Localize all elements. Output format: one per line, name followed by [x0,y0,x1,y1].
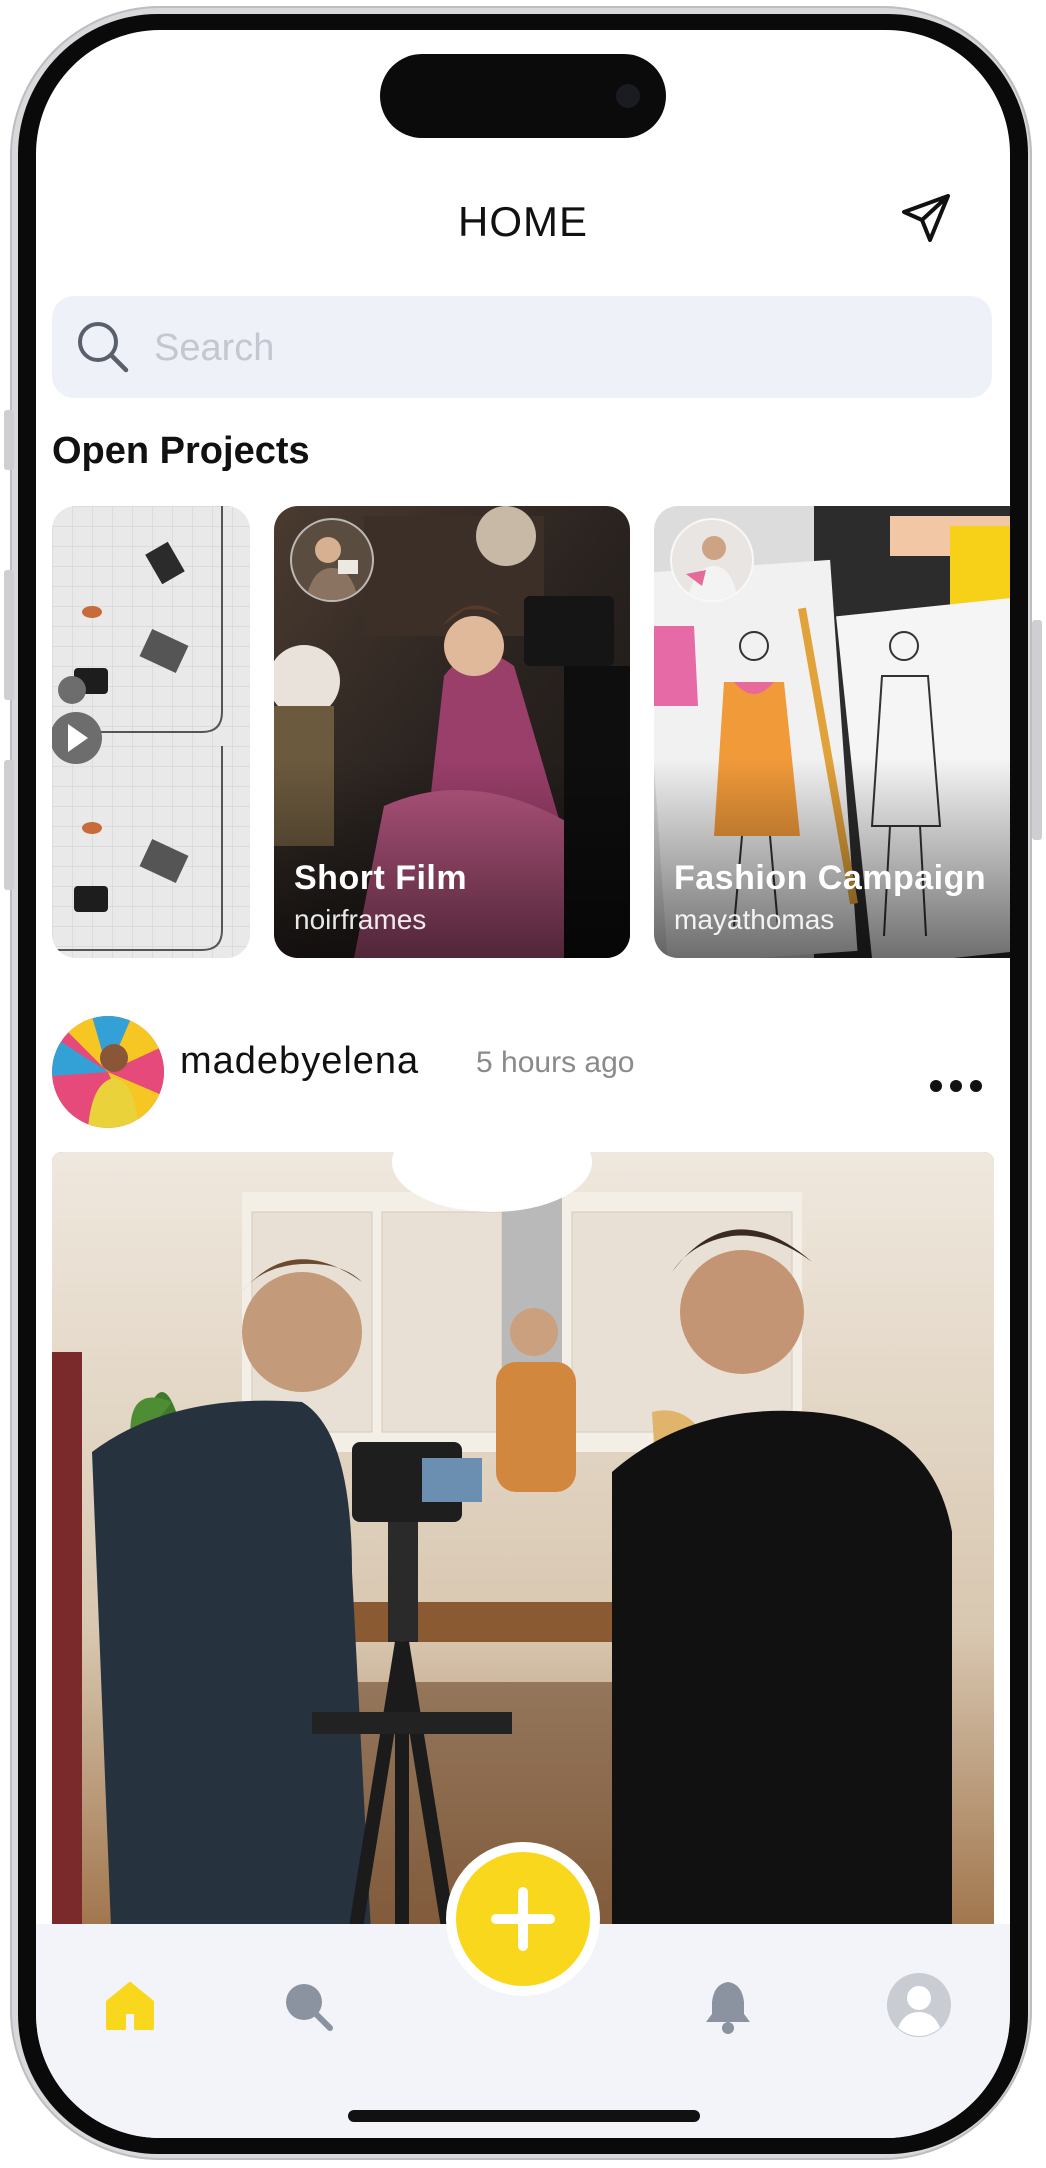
card-username: mayathomas [674,904,835,935]
search-icon [78,322,129,373]
add-project-button[interactable] [456,1852,590,1986]
search-bar[interactable] [52,296,992,398]
plus-icon [491,1887,555,1951]
front-camera [616,84,640,108]
project-owner-avatar [290,518,374,602]
home-indicator[interactable] [348,2110,700,2122]
app-screen: HOME Open Projects [36,30,1010,2138]
more-options-button[interactable] [928,1074,984,1098]
section-title-open-projects: Open Projects [52,430,310,472]
post-image[interactable] [52,1152,994,1952]
project-owner-avatar [670,518,754,602]
nav-profile[interactable] [886,1972,952,2038]
nav-home[interactable] [100,1976,160,2036]
nav-explore[interactable] [278,1976,338,2036]
project-card-short-film[interactable]: Short Film noirframes [274,506,630,958]
card-caption: Short Film noirframes [294,859,467,936]
home-icon [106,1982,154,2030]
bell-icon [706,1982,750,2034]
search-icon [286,1984,333,2031]
power-button [1032,620,1042,840]
mute-switch [4,760,14,890]
post-username[interactable]: madebyelena [180,1040,419,1083]
card-username: noirframes [294,904,427,935]
post-timestamp: 5 hours ago [476,1046,635,1079]
send-button[interactable] [898,190,954,246]
project-card-fashion-campaign[interactable]: Fashion Campaign mayathomas [654,506,1010,958]
avatar-image [52,1016,164,1128]
film-crew-photo [52,1152,994,1952]
avatar-icon [887,1973,951,2037]
volume-up-button [4,410,14,470]
nav-notifications[interactable] [698,1976,758,2036]
volume-down-button [4,570,14,700]
page-title: HOME [458,198,588,245]
lighting-diagram-image [52,506,250,958]
dynamic-island [380,54,666,138]
more-icon [930,1080,982,1092]
search-input[interactable] [152,316,956,380]
avatar-image [306,537,358,600]
send-icon [902,194,950,242]
card-title: Short Film [294,859,468,897]
card-title: Fashion Campaign [674,859,987,897]
card-caption: Fashion Campaign mayathomas [674,859,986,936]
post-author-avatar[interactable] [52,1016,164,1128]
project-card-lighting[interactable] [52,506,250,958]
avatar-image [672,520,752,600]
